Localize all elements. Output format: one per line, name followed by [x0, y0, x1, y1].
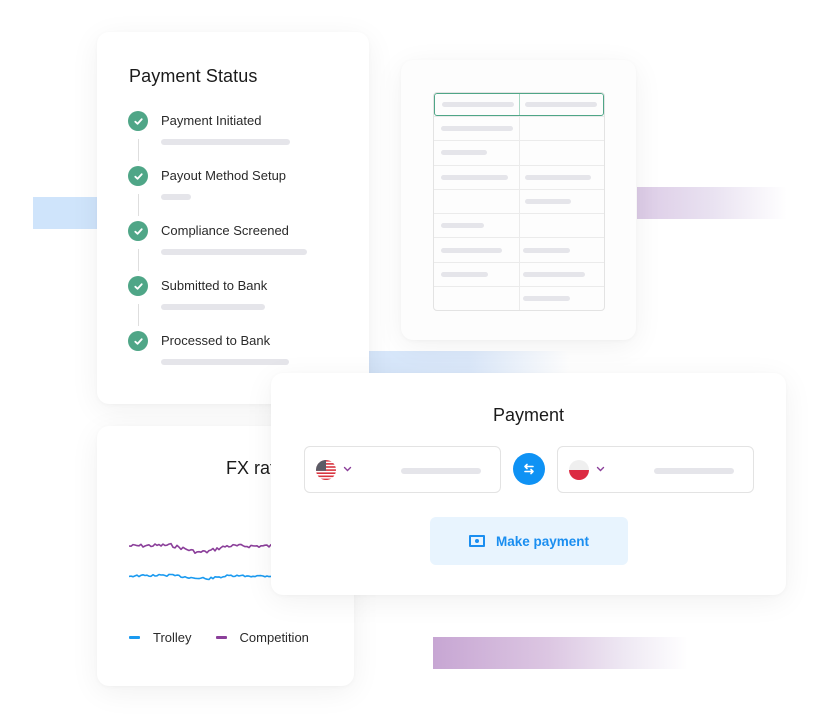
check-circle-icon [128, 111, 148, 131]
payment-status-card: Payment Status Payment Initiated Payout … [97, 32, 369, 404]
cell-placeholder-bar [441, 223, 484, 229]
table-cell [518, 165, 605, 189]
status-step: Payment Initiated [128, 111, 358, 166]
table-row [434, 286, 605, 311]
payment-card: Payment Make payment [271, 373, 786, 595]
table-row [434, 237, 605, 262]
table-cell [434, 287, 519, 310]
table-header-row [434, 93, 604, 116]
step-connector [137, 304, 139, 326]
step-placeholder-bar [161, 359, 289, 365]
table-cell [518, 287, 605, 311]
table-row [434, 213, 605, 238]
table-cell [435, 94, 519, 115]
decorative-blue-gradient [369, 351, 569, 373]
make-payment-button[interactable]: Make payment [430, 517, 628, 565]
step-connector [137, 139, 139, 161]
legend-label: Competition [239, 630, 309, 645]
table-cell [518, 94, 604, 115]
table-cell [434, 117, 519, 140]
table-cell [434, 166, 519, 189]
cell-placeholder-bar [524, 102, 597, 107]
step-label: Processed to Bank [161, 333, 271, 348]
cell-placeholder-bar [441, 174, 508, 180]
table-row [434, 188, 605, 214]
table-cell [434, 190, 519, 213]
table-preview-grid [433, 92, 605, 312]
table-row [434, 164, 605, 189]
cell-placeholder-bar [524, 174, 591, 180]
competition-line [129, 542, 279, 554]
chevron-down-icon [343, 466, 352, 472]
make-payment-label: Make payment [495, 533, 590, 549]
table-cell [518, 189, 605, 214]
trolley-line [129, 573, 279, 581]
table-preview-card [401, 60, 636, 340]
step-placeholder-bar [161, 249, 307, 255]
legend-label: Trolley [153, 630, 192, 645]
cell-placeholder-bar [522, 247, 570, 253]
step-placeholder-bar [161, 194, 191, 200]
table-row [434, 140, 605, 165]
step-label: Payment Initiated [161, 113, 262, 128]
cell-placeholder-bar [442, 102, 514, 107]
us-flag-icon [316, 460, 336, 480]
step-placeholder-bar [161, 139, 290, 145]
table-cell [434, 214, 519, 237]
payment-title: Payment [492, 405, 565, 425]
step-label: Compliance Screened [161, 223, 289, 238]
table-row [434, 116, 605, 141]
swap-arrows-icon [524, 463, 534, 475]
fx-rate-chart [129, 542, 279, 581]
cell-placeholder-bar [441, 150, 487, 156]
cell-placeholder-bar [441, 271, 488, 277]
check-circle-icon [128, 331, 148, 351]
table-cell [434, 141, 519, 164]
status-step: Payout Method Setup [128, 166, 358, 221]
step-label: Submitted to Bank [161, 278, 268, 293]
table-cell [518, 117, 605, 141]
cell-placeholder-bar [524, 199, 571, 205]
decorative-purple-gradient [637, 187, 787, 219]
check-circle-icon [128, 221, 148, 241]
decorative-purple-gradient-bottom [433, 637, 688, 669]
cell-placeholder-bar [522, 296, 570, 302]
from-currency-select[interactable] [304, 446, 501, 493]
legend-item-trolley: Trolley [129, 630, 192, 645]
step-connector [137, 194, 139, 216]
chevron-down-icon [596, 466, 605, 472]
table-cell [518, 141, 605, 165]
step-placeholder-bar [161, 304, 265, 310]
status-step: Submitted to Bank [128, 276, 358, 331]
status-step: Compliance Screened [128, 221, 358, 276]
table-cell [518, 214, 605, 238]
step-label: Payout Method Setup [161, 168, 287, 183]
table-cell [434, 238, 519, 261]
legend-item-competition: Competition [215, 630, 309, 645]
decorative-blue-block [33, 197, 97, 229]
step-connector [137, 249, 139, 271]
cell-placeholder-bar [522, 271, 585, 277]
check-circle-icon [128, 166, 148, 186]
cell-placeholder-bar [441, 247, 502, 253]
cell-placeholder-bar [441, 126, 513, 132]
poland-flag-icon [569, 460, 589, 480]
banknote-icon [468, 535, 485, 547]
table-row [434, 261, 605, 287]
amount-placeholder-bar [401, 468, 481, 474]
table-cell [518, 262, 605, 287]
table-cell [518, 238, 605, 262]
fx-legend: Trolley Competition [129, 630, 333, 645]
swap-currencies-button[interactable] [513, 453, 545, 485]
to-currency-select[interactable] [557, 446, 754, 493]
table-cell [434, 263, 519, 286]
legend-swatch-trolley [129, 636, 140, 639]
status-steps: Payment Initiated Payout Method Setup Co… [128, 111, 358, 386]
amount-placeholder-bar [654, 468, 734, 474]
check-circle-icon [128, 276, 148, 296]
legend-swatch-competition [215, 636, 227, 639]
payment-status-title: Payment Status [129, 66, 258, 86]
